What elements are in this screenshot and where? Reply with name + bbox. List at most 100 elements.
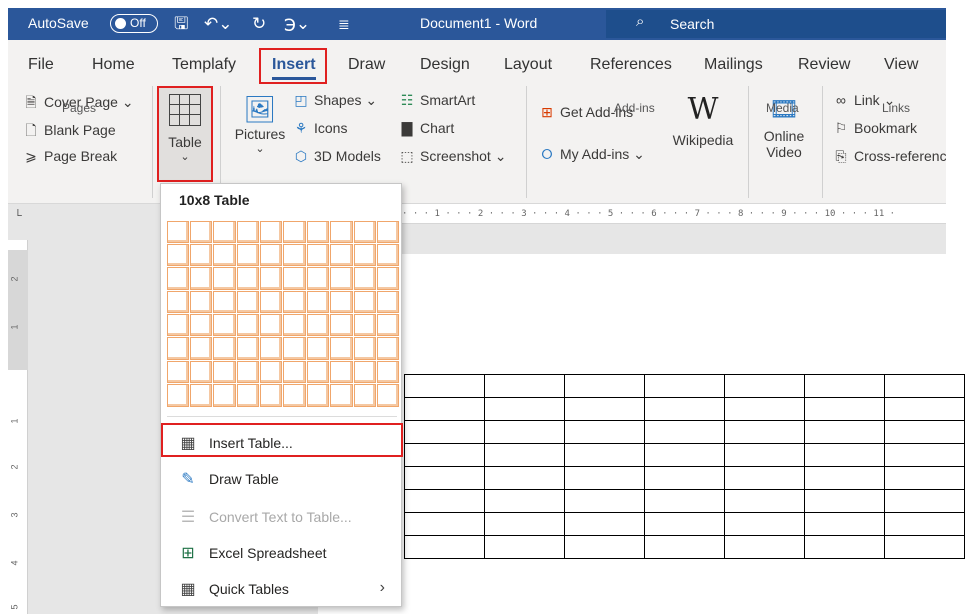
shapes-button[interactable]: ◰ Shapes ⌄ bbox=[292, 92, 377, 109]
tab-view[interactable]: View bbox=[884, 56, 918, 74]
grid-cell[interactable] bbox=[330, 243, 353, 267]
grid-cell[interactable] bbox=[377, 220, 400, 243]
grid-cell[interactable] bbox=[283, 314, 306, 337]
screenshot-button[interactable]: ⬚ Screenshot ⌄ bbox=[398, 148, 506, 165]
grid-cell[interactable] bbox=[189, 337, 213, 360]
grid-cell[interactable] bbox=[236, 290, 260, 314]
table-cell[interactable] bbox=[484, 443, 565, 467]
table-cell[interactable] bbox=[484, 535, 565, 559]
grid-cell[interactable] bbox=[330, 314, 353, 337]
table-cell[interactable] bbox=[404, 443, 485, 467]
grid-cell[interactable] bbox=[283, 243, 306, 267]
vertical-ruler[interactable]: 2 1 1 2 3 4 5 bbox=[8, 240, 28, 614]
grid-cell[interactable] bbox=[377, 243, 400, 267]
grid-cell[interactable] bbox=[283, 267, 306, 290]
table-cell[interactable] bbox=[724, 374, 805, 398]
table-cell[interactable] bbox=[484, 489, 565, 513]
grid-cell[interactable] bbox=[166, 384, 189, 407]
grid-cell[interactable] bbox=[236, 360, 260, 384]
table-cell[interactable] bbox=[564, 512, 645, 536]
table-cell[interactable] bbox=[884, 535, 965, 559]
grid-cell[interactable] bbox=[330, 384, 353, 407]
grid-cell[interactable] bbox=[260, 290, 283, 314]
search-box[interactable]: ⌕ Search bbox=[606, 10, 946, 38]
tab-layout[interactable]: Layout bbox=[504, 56, 552, 74]
grid-cell[interactable] bbox=[330, 267, 353, 290]
grid-cell[interactable] bbox=[213, 314, 236, 337]
grid-cell[interactable] bbox=[260, 384, 283, 407]
table-cell[interactable] bbox=[884, 397, 965, 421]
grid-cell[interactable] bbox=[166, 337, 189, 360]
horizontal-ruler[interactable]: · · · 1 · · · 2 · · · 3 · · · 4 · · · 5 … bbox=[402, 204, 946, 224]
grid-cell[interactable] bbox=[306, 243, 330, 267]
table-cell[interactable] bbox=[884, 512, 965, 536]
table-cell[interactable] bbox=[644, 420, 725, 444]
grid-cell[interactable] bbox=[213, 220, 236, 243]
table-cell[interactable] bbox=[724, 535, 805, 559]
tab-references[interactable]: References bbox=[590, 56, 672, 74]
grid-cell[interactable] bbox=[189, 220, 213, 243]
table-cell[interactable] bbox=[404, 512, 485, 536]
grid-cell[interactable] bbox=[283, 384, 306, 407]
grid-cell[interactable] bbox=[283, 290, 306, 314]
grid-cell[interactable] bbox=[353, 220, 377, 243]
table-cell[interactable] bbox=[644, 443, 725, 467]
draw-table-menu-item[interactable]: ✎ Draw Table bbox=[163, 462, 399, 496]
grid-cell[interactable] bbox=[306, 337, 330, 360]
grid-cell[interactable] bbox=[353, 314, 377, 337]
grid-cell[interactable] bbox=[330, 360, 353, 384]
grid-cell[interactable] bbox=[306, 384, 330, 407]
table-cell[interactable] bbox=[724, 397, 805, 421]
grid-cell[interactable] bbox=[377, 314, 400, 337]
grid-cell[interactable] bbox=[236, 243, 260, 267]
grid-cell[interactable] bbox=[189, 360, 213, 384]
grid-cell[interactable] bbox=[283, 220, 306, 243]
grid-cell[interactable] bbox=[377, 290, 400, 314]
grid-cell[interactable] bbox=[166, 243, 189, 267]
table-cell[interactable] bbox=[644, 397, 725, 421]
grid-cell[interactable] bbox=[213, 360, 236, 384]
grid-cell[interactable] bbox=[353, 290, 377, 314]
tab-draw[interactable]: Draw bbox=[348, 56, 385, 74]
grid-cell[interactable] bbox=[377, 337, 400, 360]
grid-cell[interactable] bbox=[306, 220, 330, 243]
table-cell[interactable] bbox=[564, 535, 645, 559]
table-cell[interactable] bbox=[724, 489, 805, 513]
grid-cell[interactable] bbox=[236, 267, 260, 290]
table-cell[interactable] bbox=[804, 374, 885, 398]
table-cell[interactable] bbox=[404, 535, 485, 559]
grid-cell[interactable] bbox=[306, 314, 330, 337]
grid-cell[interactable] bbox=[236, 384, 260, 407]
format-painter-icon[interactable]: ℈⌄ bbox=[284, 12, 310, 36]
table-cell[interactable] bbox=[404, 420, 485, 444]
cross-reference-button[interactable]: ⎘ Cross-referenc bbox=[832, 148, 946, 165]
bookmark-button[interactable]: ⚐ Bookmark bbox=[832, 120, 917, 137]
grid-cell[interactable] bbox=[166, 220, 189, 243]
grid-cell[interactable] bbox=[377, 360, 400, 384]
search-input[interactable]: Search bbox=[670, 16, 714, 32]
table-cell[interactable] bbox=[644, 489, 725, 513]
table-cell[interactable] bbox=[404, 489, 485, 513]
grid-cell[interactable] bbox=[283, 337, 306, 360]
grid-cell[interactable] bbox=[213, 290, 236, 314]
undo-icon[interactable]: ↶⌄ bbox=[204, 12, 233, 36]
table-cell[interactable] bbox=[804, 535, 885, 559]
grid-cell[interactable] bbox=[353, 360, 377, 384]
grid-cell[interactable] bbox=[260, 267, 283, 290]
grid-cell[interactable] bbox=[166, 314, 189, 337]
grid-cell[interactable] bbox=[189, 243, 213, 267]
table-cell[interactable] bbox=[724, 512, 805, 536]
grid-cell[interactable] bbox=[260, 220, 283, 243]
grid-cell[interactable] bbox=[236, 314, 260, 337]
table-cell[interactable] bbox=[564, 443, 645, 467]
grid-cell[interactable] bbox=[166, 267, 189, 290]
grid-cell[interactable] bbox=[306, 267, 330, 290]
blank-page-button[interactable]: 🗋 Blank Page bbox=[22, 120, 115, 144]
grid-cell[interactable] bbox=[353, 337, 377, 360]
table-cell[interactable] bbox=[644, 374, 725, 398]
grid-cell[interactable] bbox=[189, 290, 213, 314]
grid-cell[interactable] bbox=[306, 290, 330, 314]
table-cell[interactable] bbox=[804, 420, 885, 444]
smartart-button[interactable]: ☷ SmartArt bbox=[398, 92, 476, 109]
grid-cell[interactable] bbox=[377, 384, 400, 407]
